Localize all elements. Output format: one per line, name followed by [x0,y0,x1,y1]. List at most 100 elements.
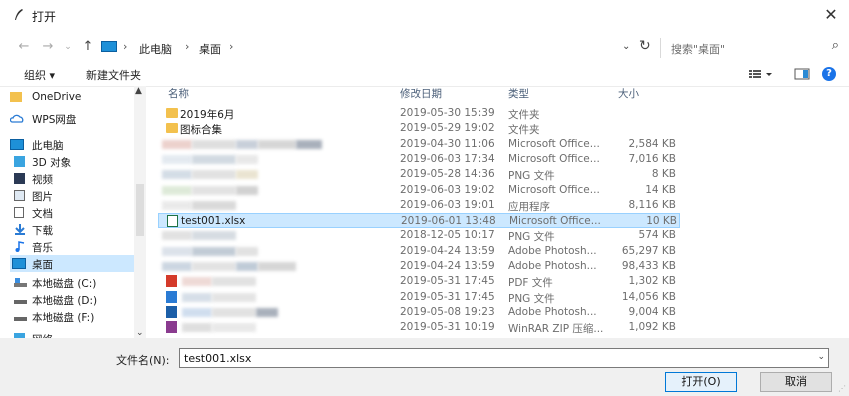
file-date-cell: 2019-05-31 10:19 [400,321,495,334]
sidebar-item-desktop[interactable]: 桌面 [10,255,134,272]
filename-field[interactable]: test001.xlsx ⌄ [179,348,829,368]
column-header-date[interactable]: 修改日期 [400,86,442,104]
sidebar-item-documents[interactable]: 文档 [10,204,134,221]
file-row[interactable]: 2019-04-30 11:06 Microsoft Office... 2,584… [158,137,680,152]
address-dropdown-icon[interactable]: ⌄ [622,41,630,52]
redacted-filename [212,292,256,302]
redacted-filename [182,323,212,333]
folder-icon [166,108,178,118]
file-row[interactable]: 2019年6月 2019-05-30 15:39 文件夹 [158,106,680,121]
search-icon[interactable]: ⌕ [832,38,839,53]
dialog-footer: 文件名(N): test001.xlsx ⌄ 打开(O) 取消 ⋰ [0,338,849,396]
sidebar-item-label: 下载 [32,225,53,237]
recent-dropdown-icon[interactable]: ⌄ [60,39,76,55]
sidebar-item-downloads[interactable]: 下载 [10,221,134,238]
sidebar-item-label: 图片 [32,191,53,203]
file-row[interactable]: 2019-06-03 17:34 Microsoft Office... 7,016… [158,152,680,167]
file-date-cell: 2019-05-08 19:23 [400,305,495,318]
forward-arrow-icon[interactable]: → [40,39,56,55]
file-row[interactable]: 2019-05-31 10:19 WinRAR ZIP 压缩... 1,092 KB [158,320,680,335]
scroll-up-icon[interactable]: ▲ [135,86,142,96]
chevron-down-icon[interactable]: ⌄ [817,352,825,362]
redacted-filename [192,246,236,256]
file-size-cell: 14 KB [645,183,676,196]
breadcrumb-desktop[interactable]: 桌面 [199,41,221,57]
breadcrumb-this-pc[interactable]: 此电脑 [139,41,172,57]
file-row[interactable]: 2019-05-31 17:45 PDF 文件 1,302 KB [158,274,680,289]
file-row[interactable]: 图标合集 2019-05-29 19:02 文件夹 [158,121,680,136]
sidebar-item-network[interactable]: 网络 [10,330,134,338]
column-header-type[interactable]: 类型 [508,86,529,104]
preview-pane-icon[interactable] [794,67,810,81]
filename-value: test001.xlsx [184,352,252,365]
sidebar-item-this-pc[interactable]: 此电脑 [10,136,134,153]
file-size-cell: 10 KB [646,215,677,228]
file-row[interactable]: 2019-05-28 14:36 PNG 文件 8 KB [158,167,680,182]
sidebar-item-label: 桌面 [32,259,53,271]
close-button[interactable]: ✕ [821,5,841,25]
new-folder-button[interactable]: 新建文件夹 [86,67,141,83]
file-row[interactable]: 2018-12-05 10:17 PNG 文件 574 KB [158,228,680,243]
sidebar-item-onedrive[interactable]: OneDrive [10,89,134,106]
picture-icon [14,190,25,201]
file-type-cell: Microsoft Office... [508,152,600,165]
view-options-icon[interactable] [748,67,774,81]
redacted-filename [236,154,258,164]
refresh-icon[interactable]: ↻ [639,38,651,54]
file-date-cell: 2019-05-30 15:39 [400,107,495,119]
redacted-filename [296,139,322,149]
file-type-cell: PNG 文件 [508,231,555,244]
file-row[interactable]: 2019-06-03 19:02 Microsoft Office... 14 KB [158,183,680,198]
file-size-cell: 65,297 KB [621,244,676,257]
sidebar-item-label: 音乐 [32,242,53,254]
redacted-filename [212,307,256,317]
column-header-size[interactable]: 大小 [618,86,639,104]
file-name-cell: 2019年6月 [180,109,235,121]
address-box[interactable]: › 此电脑 › 桌面 › [101,38,661,58]
file-row[interactable]: 2019-06-03 19:01 应用程序 8,116 KB [158,198,680,213]
sidebar-item-label: WPS网盘 [32,114,77,126]
filename-label: 文件名(N): [116,354,170,367]
sidebar-item-pictures[interactable]: 图片 [10,187,134,204]
sidebar-item-label: OneDrive [32,91,82,103]
sidebar-item-videos[interactable]: 视频 [10,170,134,187]
download-icon [15,224,25,235]
sidebar-item-wps[interactable]: WPS网盘 [10,110,134,127]
redacted-filename [258,139,296,149]
column-header-name[interactable]: 名称 [168,86,189,104]
help-icon[interactable]: ? [822,67,836,81]
file-row[interactable]: 2019-05-31 17:45 PNG 文件 14,056 KB [158,290,680,305]
cancel-button[interactable]: 取消 [760,372,832,392]
sidebar-item-3d-objects[interactable]: 3D 对象 [10,153,134,170]
redacted-filename [192,139,236,149]
sidebar-item-drive-f[interactable]: 本地磁盘 (F:) [10,308,134,325]
drive-icon [14,317,27,321]
open-button[interactable]: 打开(O) [665,372,737,392]
redacted-filename [192,262,236,271]
scroll-thumb[interactable] [136,184,144,236]
file-row[interactable]: 2019-05-08 19:23 Adobe Photosh... 9,004 KB [158,305,680,320]
up-arrow-icon[interactable]: ↑ [80,39,96,55]
cube-icon [14,156,25,167]
sidebar-item-drive-d[interactable]: 本地磁盘 (D:) [10,291,134,308]
sidebar-item-music[interactable]: 音乐 [10,238,134,255]
address-bar: ← → ⌄ ↑ › 此电脑 › 桌面 › ⌄ ↻ 搜索"桌面" ⌕ [0,30,849,64]
file-date-cell: 2019-05-29 19:02 [400,122,495,135]
file-row[interactable]: 2019-04-24 13:59 Adobe Photosh... 98,433 K… [158,259,680,274]
file-date-cell: 2019-05-28 14:36 [400,168,495,181]
sidebar-item-drive-c[interactable]: 本地磁盘 (C:) [10,274,134,291]
file-size-cell: 1,092 KB [628,321,677,334]
file-date-cell: 2019-06-03 17:34 [400,152,495,165]
scroll-down-icon[interactable]: ⌄ [136,328,144,338]
sidebar-scrollbar[interactable]: ▲ ⌄ [134,86,146,338]
search-input[interactable]: 搜索"桌面" ⌕ [660,38,843,58]
file-type-cell: Adobe Photosh... [508,305,597,318]
file-size-cell: 1,302 KB [628,275,677,288]
file-row[interactable]: test001.xlsx 2019-06-01 13:48 Microsoft Of… [158,213,680,229]
file-date-cell: 2019-05-31 17:45 [400,290,495,303]
organize-menu[interactable]: 组织 ▾ [24,67,55,83]
resize-grip-icon[interactable]: ⋰ [838,384,846,393]
back-arrow-icon[interactable]: ← [16,39,32,55]
file-type-cell: 文件夹 [508,124,540,137]
file-row[interactable]: 2019-04-24 13:59 Adobe Photosh... 65,297 K… [158,244,680,259]
